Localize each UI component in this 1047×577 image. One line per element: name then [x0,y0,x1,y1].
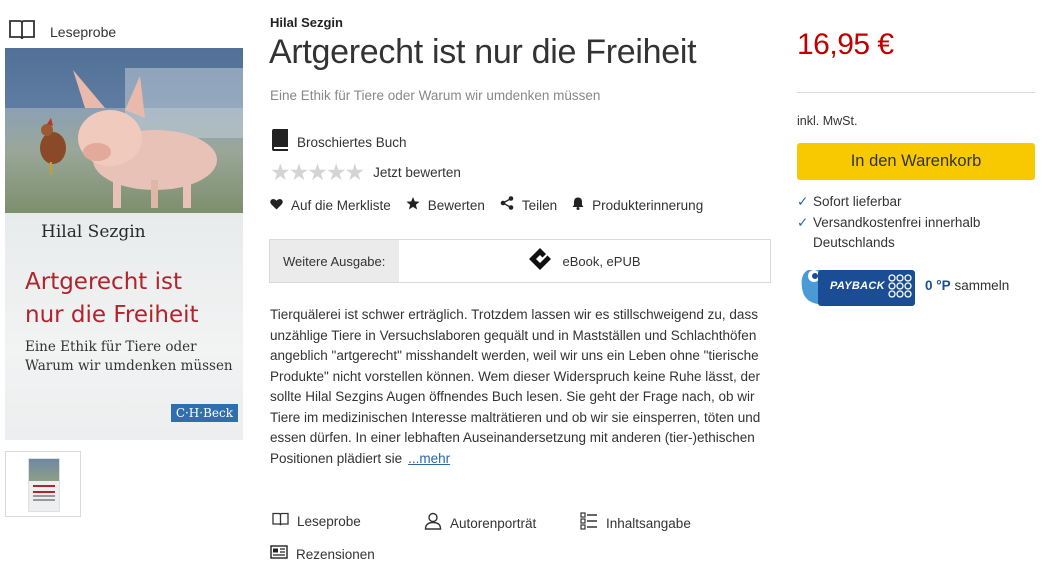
person-icon [424,512,442,535]
table-of-contents-label: Inhaltsangabe [606,516,691,531]
payback-logo-text: PAYBACK [830,280,885,292]
cover-thumbnail[interactable] [5,451,81,517]
delivery-info: ✓ Sofort lieferbar ✓ Versandkostenfrei i… [797,192,980,254]
vat-note: inkl. MwSt. [797,114,858,128]
bell-icon [572,197,584,215]
product-author[interactable]: Hilal Sezgin [270,15,343,30]
cover-subtitle: Eine Ethik für Tiere oder Warum wir umde… [25,339,233,374]
share-button[interactable]: Teilen [500,196,557,215]
product-reminder-button[interactable]: Produkterinnerung [572,197,703,215]
reviews-link[interactable]: Rezensionen [270,545,375,564]
payback-points-value: 0 °P [925,277,951,293]
rate-button[interactable]: Bewerten [406,196,485,215]
shipping-text: Versandkostenfrei innerhalb [813,214,981,230]
wishlist-label: Auf die Merkliste [291,198,391,213]
payback-points-text: 0 °P sammeln [925,278,1009,293]
leseprobe-bottom-label: Leseprobe [297,514,361,529]
rate-now-label: Jetzt bewerten [373,164,461,180]
shipping-text-continued: Deutschlands [813,235,895,250]
product-reminder-label: Produkterinnerung [592,198,704,213]
star-icon [406,196,420,215]
share-label: Teilen [521,198,558,213]
payback-logo: PAYBACK [800,264,915,306]
product-subtitle: Eine Ethik für Tiere oder Warum wir umde… [270,88,601,103]
ebook-epub-label: eBook, ePUB [562,253,641,269]
check-icon: ✓ [797,194,809,209]
check-icon: ✓ [797,214,809,230]
availability-text: Sofort lieferbar [813,194,902,209]
divider [797,92,1035,93]
book-icon [270,129,289,156]
page-title: Artgerecht ist nur die Freiheit [269,33,697,71]
action-bar: Auf die Merkliste Bewerten Teilen Produk… [270,196,718,215]
book-open-icon [272,512,289,531]
author-portrait-label: Autorenporträt [450,516,537,531]
reviews-label: Rezensionen [296,547,375,562]
author-portrait-link[interactable]: Autorenporträt [424,512,536,535]
cover-author: Hilal Sezgin [41,222,146,242]
heart-icon [270,197,283,215]
read-more-link[interactable]: ...mehr [408,451,450,466]
newspaper-icon [270,545,288,564]
epub-icon [528,247,552,276]
list-icon [580,512,598,535]
other-edition-box: Weitere Ausgabe: eBook, ePUB [269,239,771,283]
rate-label: Bewerten [427,198,485,213]
share-icon [500,196,514,215]
other-edition-label: Weitere Ausgabe: [270,240,399,282]
add-to-cart-button[interactable]: In den Warenkorb [797,143,1035,180]
format-info: Broschiertes Buch [270,129,407,156]
format-label: Broschiertes Buch [297,135,407,150]
payback-points: PAYBACK 0 °P sammeln [800,264,1009,306]
bottom-links: Leseprobe Autorenporträt Inhaltsangabe R… [270,512,770,572]
book-open-icon [8,18,36,45]
payback-collect-label: sammeln [954,277,1010,293]
rating-widget[interactable]: ★★★★★ Jetzt bewerten [270,160,461,184]
table-of-contents-link[interactable]: Inhaltsangabe [580,512,691,535]
wishlist-button[interactable]: Auf die Merkliste [270,197,391,215]
description-text: Tierquälerei ist schwer erträglich. Trot… [270,307,761,466]
cover-publisher: C·H·Beck [170,404,238,422]
price: 16,95 € [797,28,894,61]
product-description: Tierquälerei ist schwer erträglich. Trot… [270,305,770,469]
leseprobe-label: Leseprobe [50,23,117,40]
book-cover-image[interactable]: Hilal Sezgin Artgerecht ist nur die Frei… [5,48,243,440]
delivery-row: ✓ Versandkostenfrei innerhalb [797,213,980,234]
leseprobe-link[interactable]: Leseprobe [272,512,361,531]
cover-title: Artgerecht ist nur die Freiheit [25,269,199,328]
ebook-epub-link[interactable]: eBook, ePUB [399,240,770,282]
thumbnail-image [28,458,60,512]
delivery-row: ✓ Sofort lieferbar [797,192,980,213]
cover-photo [5,48,243,213]
leseprobe-link-top[interactable]: Leseprobe [8,18,116,45]
rating-stars[interactable]: ★★★★★ [270,160,365,184]
